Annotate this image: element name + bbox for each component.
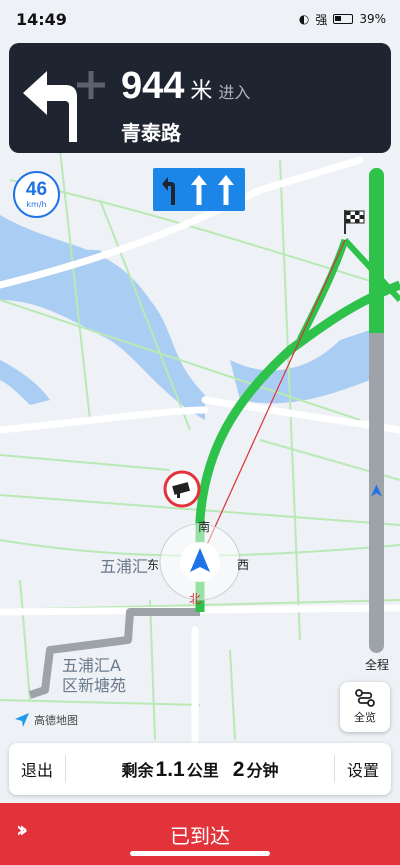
progress-label: 全程 [364,658,389,672]
compass-west: 西 [237,558,250,572]
route-overview-icon [355,689,375,707]
progress-remaining [369,168,384,333]
straight-lane-icon [190,174,207,205]
exit-button[interactable]: 退出 [9,743,65,795]
home-indicator[interactable] [130,851,270,856]
remaining-time-unit: 分钟 [246,760,279,780]
lane-guidance [153,168,245,211]
map-label-wupu: 五浦汇 [100,557,149,576]
turn-left-lane-icon [162,176,176,205]
action-label: 进入 [218,83,251,102]
progress-car-icon [371,484,382,497]
remaining-info: 剩余 1.1 公里 2 分钟 [66,757,334,782]
compass-south: 南 [198,520,211,534]
overview-button[interactable]: 全览 [340,682,390,732]
overview-label: 全览 [354,711,376,724]
destination-flag-icon [344,210,365,234]
double-chevron-right-icon: ›› [16,818,28,843]
navigation-instruction-card[interactable]: 944 米 进入 青泰路 [9,43,391,153]
status-time: 14:49 [16,9,67,29]
compass-east: 东 [147,558,160,572]
speed-camera-icon [163,470,201,508]
speed-unit: km/h [26,200,47,209]
bottom-info-bar: 退出 剩余 1.1 公里 2 分钟 设置 [9,743,391,795]
road-name: 青泰路 [121,121,181,145]
battery-percent: 39% [359,12,386,26]
amap-logo-icon [15,713,29,727]
amap-logo: 高德地图 [14,712,78,728]
battery-icon [333,14,354,24]
status-indicators: ◐ 强 39% [299,11,386,28]
turn-left-arrow-icon [23,71,105,142]
speed-indicator: 46 km/h [13,171,60,218]
map-label-xintang: 区新塘苑 [62,676,127,695]
moon-icon: ◐ [298,12,310,26]
remaining-prefix: 剩余 [121,760,154,780]
remaining-distance: 1.1 [155,757,185,781]
settings-button[interactable]: 设置 [335,743,391,795]
distance-unit: 米 [190,79,213,104]
remaining-time: 2 [232,757,245,781]
distance-line: 944 米 进入 [121,65,250,108]
status-bar: 14:49 ◐ 强 39% [0,0,400,38]
speed-value: 46 [25,179,48,200]
route-progress-bar [369,168,384,653]
signal-label: 强 [315,12,328,27]
car-position-icon [180,542,220,582]
straight-lane-icon [217,174,234,205]
distance-value: 944 [121,65,185,107]
compass-north: 北 [189,592,202,606]
remaining-distance-unit: 公里 [186,760,219,780]
brand-name: 高德地图 [34,714,78,727]
